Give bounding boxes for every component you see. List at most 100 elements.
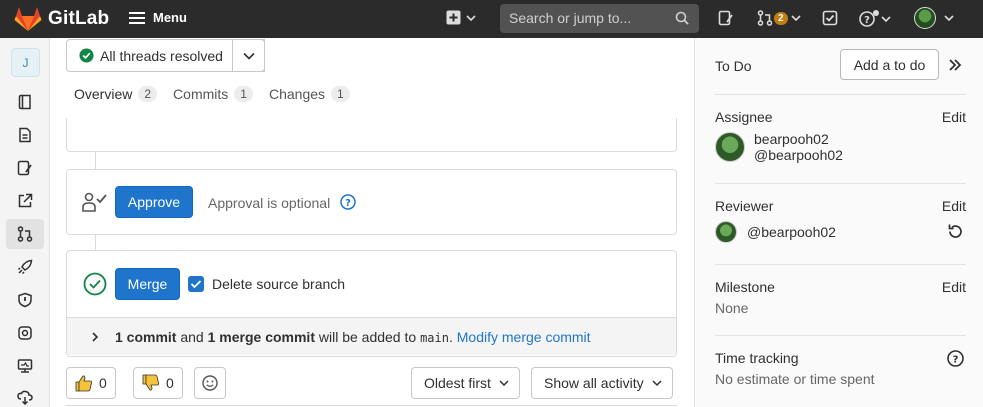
svg-text:?: ? [345, 198, 351, 209]
sidebar-item-wiki-icon[interactable] [17, 127, 33, 143]
commit-info-text: will be added to [314, 328, 421, 345]
tab-commits-label: Commits [173, 86, 229, 102]
commit-count: 1 commit [115, 328, 177, 345]
re-request-review-icon[interactable] [947, 223, 964, 240]
help-icon: ? [859, 10, 879, 27]
threads-options-dropdown[interactable] [232, 39, 265, 72]
svg-text:?: ? [864, 15, 870, 26]
tab-changes[interactable]: Changes 1 [261, 82, 358, 120]
assignee-name: bearpooh02 [754, 131, 829, 147]
chevron-down-icon [652, 380, 662, 387]
activity-filter-dropdown[interactable]: Show all activity [531, 367, 673, 399]
issues-icon [718, 10, 733, 26]
target-branch: main [420, 330, 449, 345]
merge-commit-count: 1 merge commit [207, 328, 315, 345]
chevron-down-icon [790, 15, 801, 22]
help-button[interactable]: ? [859, 10, 891, 28]
modify-merge-commit-link[interactable]: Modify merge commit [457, 329, 591, 345]
tab-commits-count: 1 [234, 86, 253, 102]
plus-square-icon [446, 10, 461, 25]
tab-changes-count: 1 [331, 86, 350, 102]
add-todo-button[interactable]: Add a to do [840, 49, 939, 80]
assignee-section: Assignee Edit bearpooh02 @bearpooh02 [715, 109, 966, 169]
approve-button[interactable]: Approve [115, 186, 193, 218]
assignee-label: Assignee [715, 109, 773, 125]
smiley-icon [202, 375, 218, 391]
new-dropdown-button[interactable] [446, 10, 476, 25]
add-reaction-button[interactable] [194, 367, 226, 399]
delete-source-branch-label[interactable]: Delete source branch [212, 276, 345, 292]
right-sidebar: To Do Add a to do Assignee Edit bearpooh… [694, 38, 983, 407]
sidebar-item-security-shield-icon[interactable] [17, 292, 33, 308]
assignee-user[interactable]: bearpooh02 @bearpooh02 [715, 131, 843, 163]
merge-widget: Merge Delete source branch 1 commit and … [66, 250, 677, 357]
thumbs-down-button[interactable]: 0 [133, 367, 183, 399]
reviewer-section: Reviewer Edit @bearpooh02 [715, 198, 966, 248]
pipeline-widget [66, 118, 677, 152]
assignee-edit-link[interactable]: Edit [942, 109, 966, 125]
sort-order-dropdown[interactable]: Oldest first [411, 367, 520, 399]
sidebar-item-issues-icon[interactable] [17, 160, 33, 176]
merge-request-tabs: Overview 2 Commits 1 Changes 1 [66, 82, 358, 120]
gitlab-tanuki-icon [14, 7, 42, 31]
reviewer-username: @bearpooh02 [747, 224, 836, 240]
top-bar: GitLab Menu Search or jump to... 2 ? [0, 0, 983, 38]
svg-text:?: ? [953, 355, 959, 366]
search-icon [675, 11, 689, 25]
reviewer-avatar [715, 221, 737, 243]
activity-filter-label: Show all activity [544, 375, 644, 391]
sidebar-item-monitor-icon[interactable] [17, 358, 33, 374]
thumbs-up-icon [75, 375, 92, 392]
section-divider [715, 94, 966, 95]
sort-order-label: Oldest first [424, 375, 491, 391]
reviewer-user[interactable]: @bearpooh02 [715, 221, 836, 243]
help-circle-icon[interactable]: ? [947, 350, 964, 367]
delete-source-branch-checkbox[interactable] [188, 276, 204, 292]
tab-commits[interactable]: Commits 1 [165, 82, 261, 120]
time-tracking-label: Time tracking [715, 350, 799, 366]
gitlab-logo[interactable]: GitLab [14, 6, 109, 32]
project-avatar[interactable]: J [11, 48, 40, 77]
check-circle-icon [83, 272, 107, 296]
issues-button[interactable] [718, 10, 734, 26]
widget-connector [95, 235, 96, 251]
question-circle-icon[interactable]: ? [340, 194, 356, 210]
milestone-edit-link[interactable]: Edit [942, 279, 966, 295]
time-tracking-section: Time tracking ? No estimate or time spen… [715, 350, 966, 390]
menu-button[interactable]: Menu [129, 10, 187, 25]
merge-button[interactable]: Merge [115, 268, 180, 300]
main-content: All threads resolved Overview 2 Commits … [51, 38, 694, 407]
approval-user-check-icon [82, 192, 107, 212]
section-divider [715, 183, 966, 184]
tab-changes-label: Changes [268, 86, 326, 102]
milestone-label: Milestone [715, 279, 775, 295]
sidebar-item-external-link-icon[interactable] [17, 193, 33, 209]
reviewer-edit-link[interactable]: Edit [942, 198, 966, 214]
todos-button[interactable] [822, 10, 838, 26]
todo-label: To Do [715, 58, 752, 74]
merge-requests-button[interactable]: 2 [757, 10, 801, 26]
sidebar-item-merge-requests-icon[interactable] [17, 226, 33, 242]
approval-optional-text: Approval is optional [208, 195, 331, 211]
reviewer-label: Reviewer [715, 198, 774, 214]
chevron-right-icon[interactable] [91, 332, 99, 342]
user-menu-button[interactable] [914, 7, 954, 29]
milestone-value: None [715, 300, 749, 316]
sidebar-item-operations-icon[interactable] [17, 325, 33, 341]
sidebar-item-infrastructure-icon[interactable] [17, 390, 33, 406]
thumbs-down-count: 0 [166, 375, 174, 391]
collapse-sidebar-icon[interactable] [948, 58, 962, 72]
tab-overview[interactable]: Overview 2 [66, 82, 166, 120]
chevron-down-icon [242, 52, 255, 60]
sidebar-item-deployments-rocket-icon[interactable] [17, 259, 33, 275]
thumbs-up-button[interactable]: 0 [66, 367, 116, 399]
assignee-avatar [715, 132, 745, 162]
hamburger-icon [129, 11, 145, 24]
sidebar-item-repository-icon[interactable] [17, 94, 33, 110]
tab-overview-count: 2 [138, 86, 158, 102]
search-input[interactable]: Search or jump to... [500, 4, 699, 33]
chevron-down-icon [944, 15, 954, 22]
assignee-username: @bearpooh02 [754, 147, 843, 163]
section-divider [715, 264, 966, 265]
user-avatar [914, 7, 936, 29]
